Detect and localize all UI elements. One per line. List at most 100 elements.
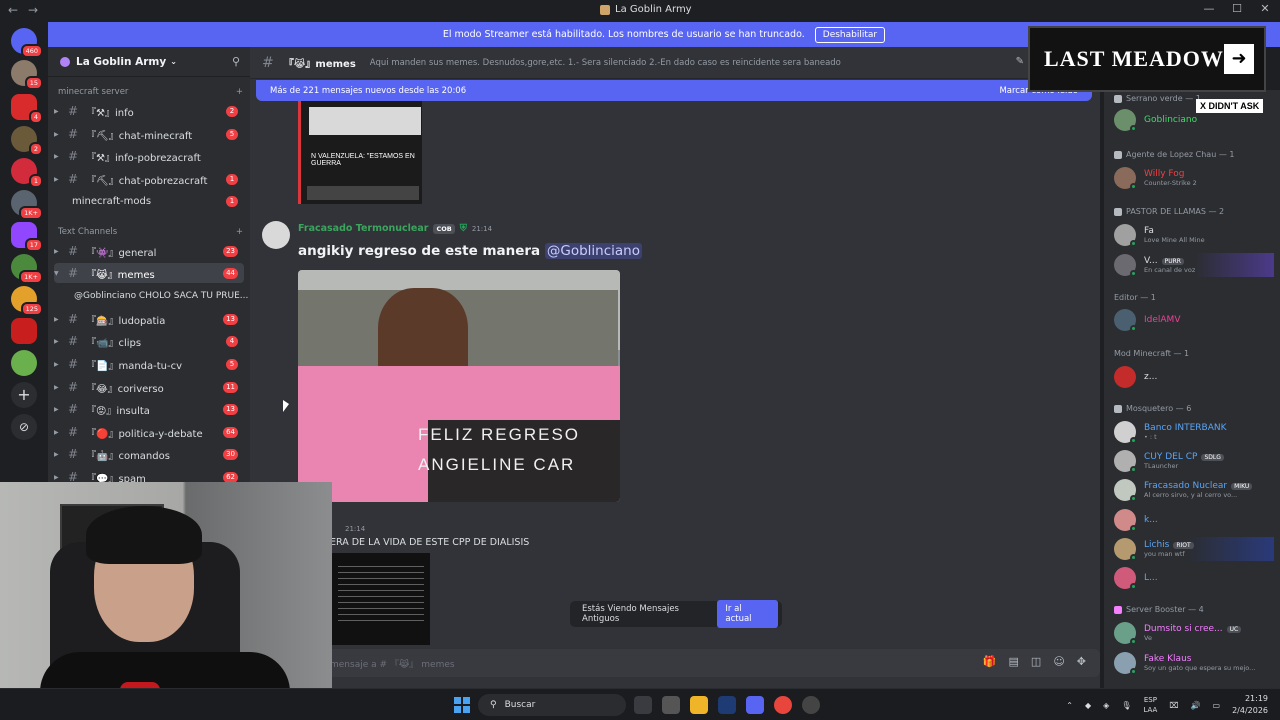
home-button[interactable]: 460	[11, 28, 43, 58]
gift-icon[interactable]: 🎁	[983, 655, 997, 668]
server-icon[interactable]	[11, 350, 37, 376]
channel-chat-pobrezacraft[interactable]: ▶ # 『⛏』chat-pobrezacraft 1	[54, 169, 244, 189]
volume-icon[interactable]: 🔊	[1191, 701, 1201, 710]
server-icon[interactable]	[11, 318, 37, 344]
microphone-icon[interactable]: 🎙	[1121, 701, 1131, 710]
category-minecraft[interactable]: minecraft server +	[58, 87, 243, 97]
channel-info[interactable]: ▶ # 『⚒』info 2	[54, 101, 244, 121]
channel-clips[interactable]: ▶ # 『📹』clips 4	[54, 331, 244, 351]
taskbar-search[interactable]: ⚲ Buscar	[478, 694, 626, 716]
channel-topic[interactable]: Aqui manden sus memes. Desnudos,gore,etc…	[370, 58, 990, 68]
member-item[interactable]: Banco INTERBANK • : t	[1114, 420, 1274, 444]
member-item[interactable]: k...	[1114, 508, 1274, 532]
gif-icon[interactable]: ▤	[1009, 655, 1019, 668]
channel-coriverso[interactable]: ▶ # 『😂』coriverso 11	[54, 377, 244, 397]
member-item[interactable]: IdelAMV	[1114, 308, 1274, 332]
invite-icon[interactable]: ⚲	[232, 55, 240, 68]
server-header[interactable]: La Goblin Army ⌄ ⚲	[48, 47, 250, 77]
channel-manda-tu-cv[interactable]: ▶ # 『📄』manda-tu-cv 5	[54, 354, 244, 374]
member-item[interactable]: Dumsito si cree... UC Ve	[1114, 621, 1274, 645]
message-image[interactable]: N VALENZUELA: "ESTAMOS EN GUERRA	[298, 101, 422, 204]
message-photo[interactable]: FELIZ REGRESO ANGIELINE CAR	[298, 270, 620, 502]
discover-icon[interactable]: ⊘	[11, 414, 37, 440]
file-explorer-icon[interactable]	[690, 696, 708, 714]
new-messages-bar[interactable]: Más de 221 mensajes nuevos desde las 20:…	[256, 80, 1092, 101]
channel-insulta[interactable]: ▶ # 『😡』insulta 13	[54, 399, 244, 419]
emoji-icon[interactable]: ☺	[1053, 655, 1064, 668]
message-author[interactable]: Fracasado Termonuclear COB ⛨ 21:14	[298, 223, 492, 234]
member-item[interactable]: Lichis RIOT you man wtf	[1114, 537, 1274, 561]
member-item[interactable]: V... PURR En canal de voz	[1114, 253, 1274, 277]
avatar[interactable]	[262, 221, 290, 249]
clock-date: 2/4/2026	[1232, 706, 1268, 715]
member-item[interactable]: z...	[1114, 365, 1274, 389]
task-view-icon[interactable]	[634, 696, 652, 714]
sticker-icon[interactable]: ◫	[1031, 655, 1041, 668]
message-embed-image[interactable]	[332, 553, 430, 645]
add-server-icon[interactable]: +	[11, 382, 37, 408]
member-item[interactable]: Fa Love Mine All Mine	[1114, 223, 1274, 247]
server-icon[interactable]: 125	[11, 286, 43, 316]
member-item[interactable]: Fake Klaus Soy un gato que espera su mejo…	[1114, 651, 1274, 675]
tray-app-icon[interactable]: ◈	[1103, 701, 1109, 710]
battery-icon[interactable]: ▭	[1213, 701, 1221, 710]
maximize-button[interactable]: ☐	[1230, 2, 1244, 15]
server-icon[interactable]: 4	[11, 94, 43, 124]
nav-arrows[interactable]: ←→	[8, 3, 48, 17]
server-icon[interactable]: 15	[11, 60, 43, 90]
channel-spam[interactable]: ▶ # 『💬』spam 62	[54, 467, 244, 482]
channel-memes[interactable]: ▼ # 『😹』memes 44	[54, 263, 244, 283]
channel-sidebar: La Goblin Army ⌄ ⚲ minecraft server + ▶ # 『…	[48, 47, 250, 482]
add-channel-icon[interactable]: +	[236, 87, 243, 97]
channel-name: 『😹』memes	[86, 269, 155, 281]
member-item[interactable]: Fracasado Nuclear MIKU Al cerro sirvo, y a…	[1114, 478, 1274, 502]
server-icon[interactable]: 1K+	[11, 254, 43, 284]
minimize-button[interactable]: —	[1202, 2, 1216, 15]
channel-chat-minecraft[interactable]: ▶ # 『⛏』chat-minecraft 5	[54, 124, 244, 144]
chat-area: N VALENZUELA: "ESTAMOS EN GUERRA Fracasa…	[250, 79, 1100, 698]
member-item[interactable]: Willy Fog Counter-Strike 2	[1114, 166, 1274, 190]
chrome-icon[interactable]	[774, 696, 792, 714]
channel-ludopatia[interactable]: ▶ # 『🎰』ludopatia 13	[54, 309, 244, 329]
member-name-text: L...	[1144, 573, 1158, 583]
channel-minecraft-mods[interactable]: minecraft-mods 1	[54, 191, 244, 211]
close-button[interactable]: ✕	[1258, 2, 1272, 15]
member-item[interactable]: L...	[1114, 566, 1274, 590]
threads-icon[interactable]: ✎	[1016, 56, 1024, 67]
app-icon[interactable]	[662, 696, 680, 714]
language-indicator[interactable]: ESP LAA	[1143, 695, 1157, 715]
tray-app-icon[interactable]: ◆	[1085, 701, 1091, 710]
member-item[interactable]: CUY DEL CP SDLG TLauncher	[1114, 449, 1274, 473]
twitch-server-icon[interactable]: 17	[11, 222, 43, 252]
photo-writing: FELIZ REGRESO ANGIELINE CAR	[418, 425, 581, 474]
message-composer[interactable]: mensaje a # 『😹』 memes 🎁 ▤ ◫ ☺ ✥	[250, 649, 1100, 677]
channel-politica-y-debate[interactable]: ▶ # 『🔴』politica-y-debate 64	[54, 422, 244, 442]
arrow-icon: ▶	[54, 315, 59, 323]
member-name-text: Banco INTERBANK	[1144, 423, 1227, 433]
jump-to-present-button[interactable]: Ir al actual	[717, 600, 778, 628]
avatar	[1114, 509, 1137, 532]
channel-info-pobrezacraft[interactable]: ▶ # 『⚒』info-pobrezacraft	[54, 146, 244, 166]
obs-icon[interactable]	[802, 696, 820, 714]
clock[interactable]: 21:19 2/4/2026	[1232, 693, 1268, 717]
arrow-icon: ▼	[54, 269, 59, 277]
photoshop-icon[interactable]	[718, 696, 736, 714]
thread-item[interactable]: @Goblinciano CHOLO SACA TU PRUE...	[74, 291, 248, 301]
member-tag: RIOT	[1173, 541, 1194, 549]
windows-start-icon[interactable]	[454, 697, 470, 713]
user-mention[interactable]: @Goblinciano	[544, 243, 642, 259]
channel-general[interactable]: ▶ # 『👾』general 23	[54, 241, 244, 261]
apps-icon[interactable]: ✥	[1077, 655, 1086, 668]
member-tag: PURR	[1161, 257, 1184, 265]
network-icon[interactable]: ⌧	[1169, 701, 1178, 710]
disable-button[interactable]: Deshabilitar	[814, 26, 886, 43]
server-icon[interactable]: 1K+	[11, 190, 43, 220]
hash-icon: #	[67, 149, 79, 163]
add-channel-icon[interactable]: +	[236, 227, 243, 237]
chevron-up-icon[interactable]: ⌃	[1066, 701, 1073, 710]
server-icon[interactable]: 1	[11, 158, 43, 188]
channel-comandos[interactable]: ▶ # 『🤖』comandos 30	[54, 444, 244, 464]
server-icon[interactable]: 2	[11, 126, 43, 156]
discord-icon[interactable]	[746, 696, 764, 714]
category-text-channels[interactable]: Text Channels +	[58, 227, 243, 237]
